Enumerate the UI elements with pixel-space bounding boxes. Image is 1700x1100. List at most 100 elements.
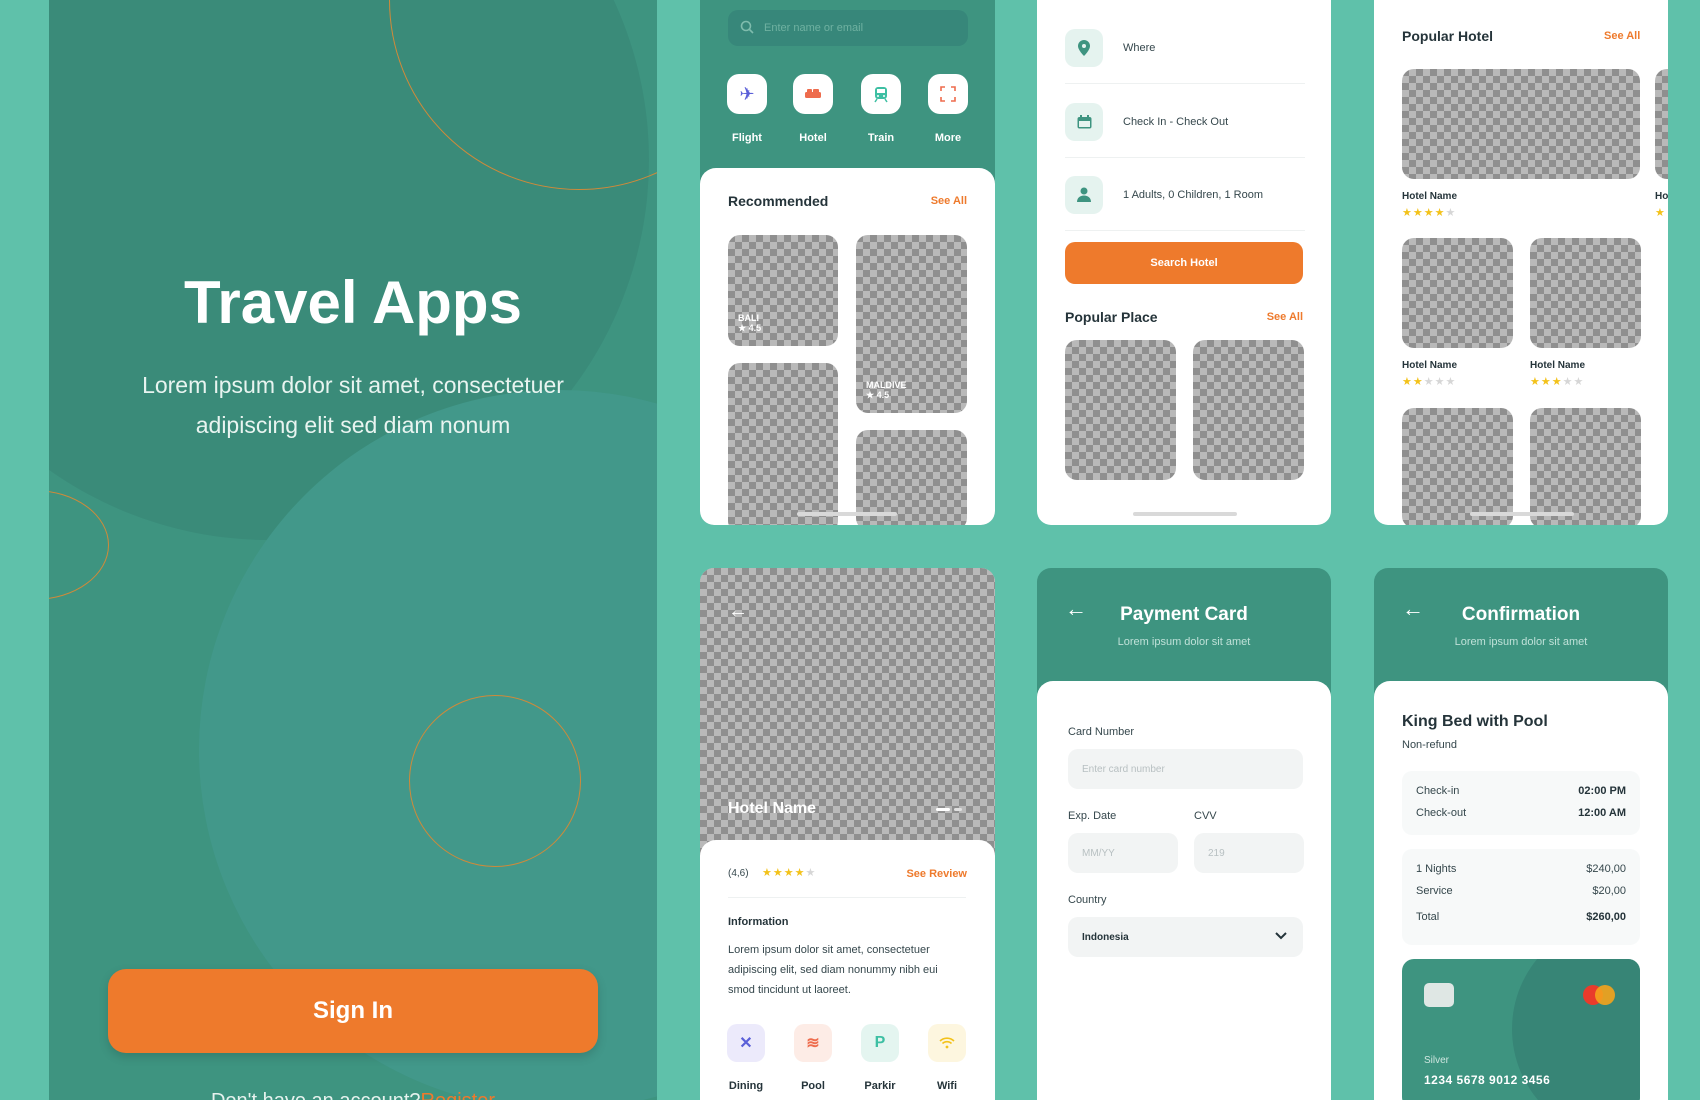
destination-rating: ★ 4.5 [738, 323, 762, 333]
hotel-tile[interactable] [1530, 408, 1641, 525]
intro-screen: Travel Apps Lorem ipsum dolor sit amet, … [49, 0, 657, 1100]
hotel-tile[interactable] [1402, 408, 1513, 525]
carousel-dot[interactable] [954, 808, 962, 811]
cvv-label: CVV [1194, 810, 1217, 822]
place-tile[interactable] [1193, 340, 1304, 480]
amenity-wifi[interactable]: Wifi [917, 1024, 977, 1092]
destination-name: MALDIVE [866, 380, 907, 390]
nights-row: 1 Nights $240,00 [1416, 863, 1626, 875]
guests-field[interactable]: 1 Adults, 0 Children, 1 Room [1065, 159, 1305, 231]
exp-date-input[interactable]: MM/YY [1068, 833, 1178, 873]
guests-text: 1 Adults, 0 Children, 1 Room [1123, 188, 1264, 201]
amenity-dining[interactable]: ✕ Dining [716, 1024, 776, 1092]
hotel-tile[interactable] [1655, 69, 1668, 179]
search-input[interactable]: Enter name or email [728, 10, 968, 46]
service-price: $20,00 [1592, 885, 1626, 897]
total-label: Total [1416, 911, 1440, 923]
amenity-pool[interactable]: ≋ Pool [783, 1024, 843, 1092]
person-icon [1065, 175, 1103, 214]
divider [728, 897, 966, 898]
dates-text: Check In - Check Out [1123, 115, 1229, 128]
confirmation-details: King Bed with Pool Non-refund Check-in 02… [1374, 681, 1668, 1100]
hotel-tile[interactable] [1402, 69, 1640, 179]
destination-label: MALDIVE ★ 4.5 [866, 380, 907, 401]
category-train[interactable]: Train [851, 74, 911, 144]
train-icon [861, 74, 901, 114]
hotel-rating: ★★★★★ [762, 867, 817, 879]
place-tile[interactable] [1065, 340, 1176, 480]
hotel-detail-screen: ← Hotel Name (4,6) ★★★★★ See Review Info… [700, 568, 995, 1100]
exp-date-label: Exp. Date [1068, 810, 1117, 822]
price-box: 1 Nights $240,00 Service $20,00 Total $260,… [1402, 849, 1640, 945]
information-title: Information [728, 916, 789, 928]
back-arrow-icon[interactable]: ← [728, 600, 748, 623]
dining-icon: ✕ [727, 1024, 765, 1062]
account-prompt-text: Don't have an account? [211, 1090, 421, 1100]
destination-tile[interactable] [856, 430, 967, 525]
amenity-label: Dining [728, 1080, 764, 1092]
where-text: Where [1123, 41, 1156, 54]
destination-name: BALI [738, 313, 759, 323]
where-field[interactable]: Where [1065, 12, 1305, 84]
popular-hotel-title: Popular Hotel [1402, 28, 1494, 44]
subtitle-line: Lorem ipsum dolor sit amet, consectetuer [142, 372, 564, 398]
dates-field[interactable]: Check In - Check Out [1065, 86, 1305, 158]
see-review-link[interactable]: See Review [906, 868, 967, 880]
sign-in-button[interactable]: Sign In [108, 969, 598, 1053]
nights-price: $240,00 [1586, 863, 1626, 875]
category-label: Hotel [799, 132, 827, 144]
card-chip-icon [1424, 983, 1454, 1007]
amenity-label: Pool [801, 1080, 825, 1092]
cvv-input[interactable]: 219 [1194, 833, 1304, 873]
more-icon [928, 74, 968, 114]
country-select[interactable]: Indonesia [1068, 917, 1303, 957]
hotel-rating: ★★★★★ [1402, 376, 1457, 388]
hotel-tile[interactable] [1402, 238, 1513, 348]
carousel-dot-active[interactable] [936, 808, 950, 811]
see-all-link[interactable]: See All [1604, 30, 1640, 42]
category-label: More [934, 132, 962, 144]
popular-place-title: Popular Place [1065, 309, 1158, 325]
hotel-rating: ★ [1655, 207, 1666, 219]
category-label: Flight [732, 132, 762, 144]
destination-tile[interactable]: MALDIVE ★ 4.5 [856, 235, 967, 413]
search-placeholder: Enter name or email [764, 22, 864, 34]
card-number-input[interactable]: Enter card number [1068, 749, 1303, 789]
rating-text: (4,6) [728, 868, 749, 879]
payment-subtitle: Lorem ipsum dolor sit amet [1117, 636, 1251, 648]
rating-value: 4.5 [876, 390, 890, 400]
pool-icon: ≋ [794, 1024, 832, 1062]
category-flight[interactable]: ✈ Flight [717, 74, 777, 144]
hotel-rating: ★★★★★ [1402, 207, 1457, 219]
chevron-down-icon [1275, 931, 1287, 943]
app-title: Travel Apps [184, 269, 522, 336]
payment-form: Card Number Enter card number Exp. Date … [1037, 681, 1331, 1100]
decorative-ring [49, 490, 109, 600]
hotel-tile[interactable] [1530, 238, 1641, 348]
payment-title: Payment Card [1120, 604, 1248, 625]
destination-tile[interactable] [728, 363, 838, 525]
amenity-parking[interactable]: P Parkir [850, 1024, 910, 1092]
card-number: 1234 5678 9012 3456 [1424, 1073, 1551, 1087]
destination-tile[interactable]: BALI ★ 4.5 [728, 235, 838, 346]
card-number-label: Card Number [1068, 726, 1135, 738]
total-row: Total $260,00 [1416, 911, 1626, 923]
register-link[interactable]: Register [421, 1090, 495, 1100]
category-label: Train [867, 132, 895, 144]
home-indicator [1133, 512, 1237, 516]
intro-subtitle: Lorem ipsum dolor sit amet, consectetuer… [109, 365, 597, 445]
search-hotel-button[interactable]: Search Hotel [1065, 242, 1303, 284]
payment-card[interactable]: Silver 1234 5678 9012 3456 [1402, 959, 1640, 1100]
category-more[interactable]: More [918, 74, 978, 144]
amenity-label: Wifi [936, 1080, 958, 1092]
total-price: $260,00 [1586, 911, 1626, 923]
popular-hotel-screen: Popular Hotel See All Hotel Name ★★★★★ H… [1374, 0, 1668, 525]
see-all-link[interactable]: See All [1267, 311, 1303, 323]
service-row: Service $20,00 [1416, 885, 1626, 897]
checkin-time: 02:00 PM [1578, 785, 1626, 797]
recommended-section: Recommended See All BALI ★ 4.5 MALDIVE ★ 4… [700, 168, 995, 525]
check-times-box: Check-in 02:00 PM Check-out 12:00 AM [1402, 771, 1640, 835]
confirmation-subtitle: Lorem ipsum dolor sit amet [1454, 636, 1588, 648]
see-all-link[interactable]: See All [931, 195, 967, 207]
category-hotel[interactable]: Hotel [783, 74, 843, 144]
